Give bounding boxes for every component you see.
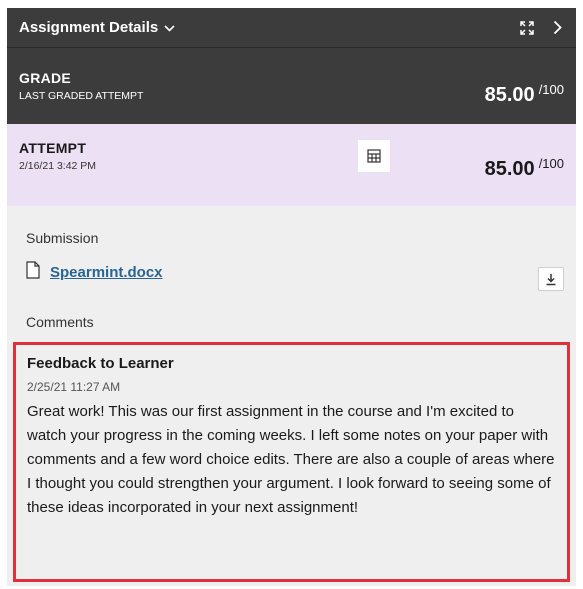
grade-score-value: 85.00 [484, 84, 535, 106]
attempt-title: ATTEMPT [19, 140, 87, 156]
panel-header: Assignment Details [7, 8, 576, 48]
submission-label: Submission [26, 230, 99, 246]
feedback-title: Feedback to Learner [27, 355, 174, 372]
document-icon [26, 261, 40, 284]
grade-subtitle: LAST GRADED ATTEMPT [19, 90, 144, 102]
feedback-box: Feedback to Learner 2/25/21 11:27 AM Gre… [13, 342, 570, 582]
expand-icon[interactable] [519, 20, 535, 36]
download-icon[interactable] [538, 267, 564, 291]
attempt-score: 85.00/100 [484, 156, 564, 181]
attempt-row[interactable]: ATTEMPT 2/16/21 3:42 PM 85.00/100 [7, 124, 576, 206]
submission-file-link[interactable]: Spearmint.docx [50, 264, 163, 281]
attempt-score-value: 85.00 [484, 158, 535, 180]
header-title-dropdown[interactable]: Assignment Details [19, 19, 175, 36]
grade-score: 85.00/100 [484, 82, 564, 107]
grade-score-denominator: /100 [538, 82, 564, 97]
attempt-score-denominator: /100 [538, 156, 564, 171]
table-grid-icon[interactable] [358, 140, 390, 172]
attempt-date: 2/16/21 3:42 PM [19, 160, 97, 172]
feedback-date: 2/25/21 11:27 AM [27, 380, 121, 394]
comments-label: Comments [26, 314, 94, 330]
header-title: Assignment Details [19, 19, 159, 36]
chevron-down-icon [164, 21, 175, 35]
grade-summary: GRADE LAST GRADED ATTEMPT 85.00/100 [7, 48, 576, 124]
feedback-text: Great work! This was our first assignmen… [27, 403, 555, 516]
submission-file: Spearmint.docx [26, 261, 163, 284]
grade-title: GRADE [19, 70, 72, 86]
assignment-details-panel: Assignment Details GRADE LAST GRADED ATT… [7, 8, 576, 586]
chevron-right-icon[interactable] [553, 20, 562, 35]
